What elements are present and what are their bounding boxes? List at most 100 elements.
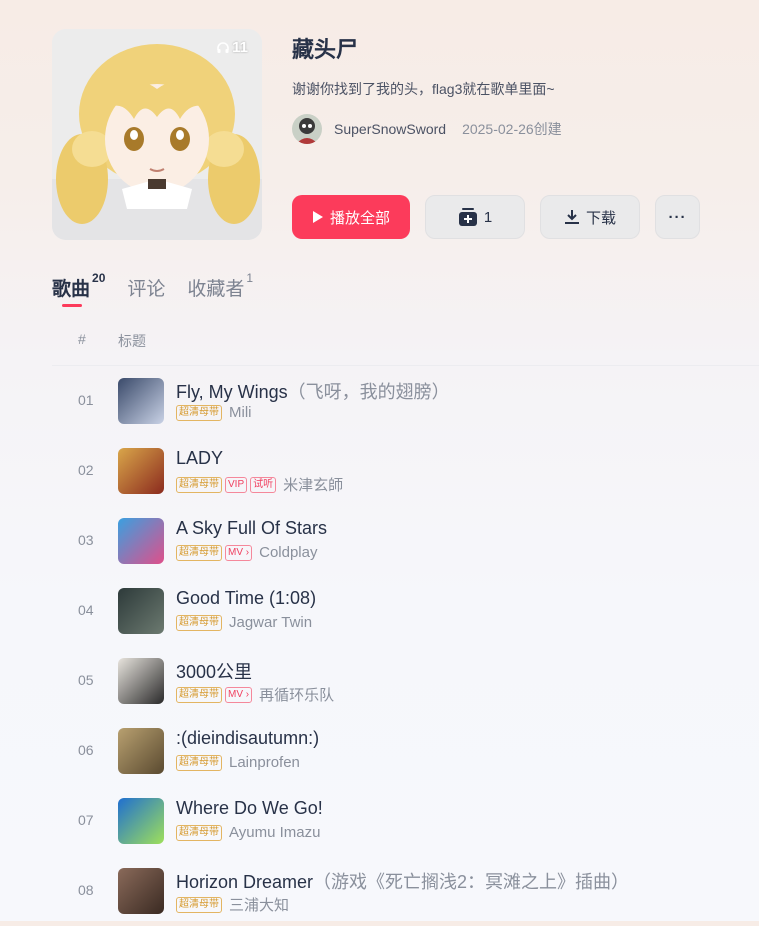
- play-all-label: 播放全部: [329, 209, 390, 227]
- creator-info: SuperSnowSword 2025-02-26创建: [292, 114, 562, 144]
- song-title-line[interactable]: Fly, My Wings（飞呀，我的翅膀）: [176, 378, 450, 404]
- song-title: Where Do We Go!: [176, 798, 323, 818]
- hq-master-badge: 超清母带: [176, 614, 222, 631]
- song-row[interactable]: 06 :(dieindisautumn:) 超清母带 Lainprofen: [52, 716, 759, 786]
- song-row[interactable]: 03 A Sky Full Of Stars 超清母带 MV › Coldplay: [52, 506, 759, 576]
- song-title-line[interactable]: 3000公里: [176, 658, 252, 684]
- avatar-image: [292, 114, 322, 144]
- song-title-line[interactable]: LADY: [176, 448, 223, 469]
- song-title-line[interactable]: A Sky Full Of Stars: [176, 518, 327, 539]
- song-artist[interactable]: Jagwar Twin: [229, 614, 312, 631]
- hq-master-badge: 超清母带: [176, 476, 222, 493]
- download-button[interactable]: 下载: [540, 195, 640, 239]
- mv-badge[interactable]: MV ›: [225, 544, 253, 561]
- tab-songs[interactable]: 歌曲20: [52, 270, 106, 307]
- mv-badge[interactable]: MV ›: [225, 686, 253, 703]
- download-icon: [564, 209, 580, 225]
- download-label: 下载: [585, 209, 616, 227]
- song-artist[interactable]: Lainprofen: [229, 754, 300, 771]
- song-title: Horizon Dreamer: [176, 872, 314, 892]
- tab-songs-count: 20: [92, 270, 106, 285]
- add-to-collection-icon: [458, 207, 478, 227]
- song-index: 08: [78, 882, 94, 898]
- song-list: 01 Fly, My Wings（飞呀，我的翅膀） 超清母带 Mili 02 LADY 超清…: [52, 366, 759, 926]
- song-artist[interactable]: Mili: [229, 404, 252, 421]
- play-count: 11: [217, 39, 248, 56]
- song-title: Fly, My Wings: [176, 382, 288, 402]
- song-row[interactable]: 01 Fly, My Wings（飞呀，我的翅膀） 超清母带 Mili: [52, 366, 759, 436]
- more-icon: ···: [668, 208, 687, 226]
- song-meta: 超清母带 Jagwar Twin: [176, 614, 312, 631]
- hq-master-badge: 超清母带: [176, 404, 222, 421]
- song-alias: （游戏《死亡搁浅2：冥滩之上》插曲）: [313, 872, 630, 892]
- column-title: 标题: [118, 333, 146, 349]
- tab-bar: 歌曲20 评论 收藏者1: [52, 270, 275, 307]
- hq-master-badge: 超清母带: [176, 686, 222, 703]
- song-artist[interactable]: Ayumu Imazu: [229, 824, 320, 841]
- song-meta: 超清母带 MV › Coldplay: [176, 544, 317, 561]
- song-row[interactable]: 08 Horizon Dreamer（游戏《死亡搁浅2：冥滩之上》插曲） 超清母带三…: [52, 856, 759, 926]
- song-title: 3000公里: [176, 662, 253, 682]
- song-index: 03: [78, 532, 94, 548]
- column-number: #: [78, 331, 86, 347]
- song-index: 02: [78, 462, 94, 478]
- avatar[interactable]: [292, 114, 322, 144]
- song-index: 04: [78, 602, 94, 618]
- song-artist[interactable]: 三浦大知: [229, 894, 289, 915]
- song-title: A Sky Full Of Stars: [176, 518, 328, 538]
- tab-collectors-label: 收藏者: [187, 279, 245, 300]
- song-alias: （飞呀，我的翅膀）: [287, 382, 450, 402]
- song-title-line[interactable]: Good Time (1:08): [176, 588, 316, 609]
- song-cover[interactable]: [118, 658, 164, 704]
- song-row[interactable]: 05 3000公里 超清母带 MV › 再循环乐队: [52, 646, 759, 716]
- song-cover[interactable]: [118, 728, 164, 774]
- song-meta: 超清母带 Mili: [176, 404, 252, 421]
- song-row[interactable]: 04 Good Time (1:08) 超清母带 Jagwar Twin: [52, 576, 759, 646]
- song-title: :(dieindisautumn:): [176, 728, 320, 748]
- hq-master-badge: 超清母带: [176, 824, 222, 841]
- hq-master-badge: 超清母带: [176, 754, 222, 771]
- tab-collectors[interactable]: 收藏者1: [187, 270, 254, 301]
- song-artist[interactable]: Coldplay: [259, 544, 317, 561]
- song-cover[interactable]: [118, 868, 164, 914]
- song-row[interactable]: 07 Where Do We Go! 超清母带 Ayumu Imazu: [52, 786, 759, 856]
- song-table-header: # 标题: [52, 330, 759, 366]
- song-cover[interactable]: [118, 448, 164, 494]
- song-cover[interactable]: [118, 798, 164, 844]
- song-title: LADY: [176, 448, 224, 468]
- collect-button[interactable]: 1: [425, 195, 525, 239]
- song-meta: 超清母带 Lainprofen: [176, 754, 300, 771]
- vip-badge: VIP: [225, 476, 248, 493]
- song-title-line[interactable]: Horizon Dreamer（游戏《死亡搁浅2：冥滩之上》插曲）: [176, 868, 629, 894]
- play-count-value: 11: [232, 39, 248, 56]
- playlist-cover[interactable]: 11: [52, 29, 262, 240]
- song-meta: 超清母带 VIP 试听 米津玄師: [176, 474, 343, 495]
- tab-comments[interactable]: 评论: [127, 274, 165, 301]
- song-index: 01: [78, 392, 94, 408]
- song-index: 06: [78, 742, 94, 758]
- song-row[interactable]: 02 LADY 超清母带 VIP 试听 米津玄師: [52, 436, 759, 506]
- preview-badge: 试听: [250, 476, 277, 493]
- song-artist[interactable]: 米津玄師: [283, 474, 343, 495]
- song-meta: 超清母带 MV › 再循环乐队: [176, 684, 334, 705]
- song-title: Good Time (1:08): [176, 588, 317, 608]
- song-title-line[interactable]: :(dieindisautumn:): [176, 728, 319, 749]
- song-index: 05: [78, 672, 94, 688]
- created-date: 2025-02-26创建: [462, 121, 562, 137]
- song-title-line[interactable]: Where Do We Go!: [176, 798, 323, 819]
- tab-collectors-count: 1: [246, 270, 254, 285]
- creator-name[interactable]: SuperSnowSword: [334, 121, 446, 137]
- play-all-button[interactable]: 播放全部: [292, 195, 410, 239]
- song-cover[interactable]: [118, 518, 164, 564]
- song-index: 07: [78, 812, 94, 828]
- more-button[interactable]: ···: [655, 195, 700, 239]
- song-meta: 超清母带 三浦大知: [176, 894, 289, 915]
- playlist-title: 藏头尸: [292, 37, 359, 62]
- song-cover[interactable]: [118, 588, 164, 634]
- song-artist[interactable]: 再循环乐队: [259, 684, 334, 705]
- headphones-icon: [217, 41, 229, 53]
- collect-count: 1: [483, 208, 493, 226]
- song-cover[interactable]: [118, 378, 164, 424]
- tab-comments-label: 评论: [127, 279, 166, 300]
- cover-art: [52, 29, 262, 240]
